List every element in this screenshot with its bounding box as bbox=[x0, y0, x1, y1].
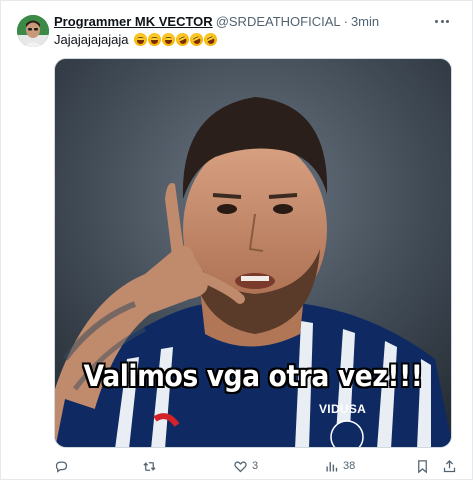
separator-dot: · bbox=[343, 14, 348, 29]
rolling-laughing-emoji-icon bbox=[202, 30, 220, 49]
tweet-actions: 3 38 bbox=[54, 457, 459, 475]
bookmark-icon bbox=[418, 459, 427, 473]
grinning-sweat-emoji-icon bbox=[148, 33, 162, 46]
views-bar-chart-icon bbox=[326, 461, 338, 471]
heart-icon bbox=[234, 460, 247, 472]
grinning-sweat-emoji-icon bbox=[134, 33, 148, 46]
share-icon bbox=[443, 459, 456, 472]
share-button[interactable] bbox=[442, 457, 457, 475]
tweet-header: Programmer MK VECTOR @SRDEATHOFICIAL · 3… bbox=[54, 14, 432, 32]
more-options-icon[interactable] bbox=[432, 13, 452, 29]
tweet-text: Jajajajajajaja bbox=[54, 30, 220, 49]
views-button[interactable]: 38 bbox=[324, 457, 355, 475]
views-count: 38 bbox=[343, 460, 356, 472]
reply-button[interactable] bbox=[54, 457, 73, 475]
emoji-group bbox=[134, 30, 220, 49]
avatar[interactable] bbox=[17, 15, 49, 47]
user-handle[interactable]: @SRDEATHOFICIAL bbox=[216, 14, 341, 29]
bookmark-button[interactable] bbox=[415, 457, 430, 475]
timestamp[interactable]: 3min bbox=[351, 14, 379, 29]
meme-caption: Valimos vga otra vez!!! bbox=[83, 359, 423, 393]
jersey-sponsor-text: VIDUSA bbox=[319, 402, 367, 416]
retweet-icon bbox=[143, 461, 156, 471]
display-name[interactable]: Programmer MK VECTOR bbox=[54, 14, 213, 29]
tweet-card[interactable]: Programmer MK VECTOR @SRDEATHOFICIAL · 3… bbox=[0, 0, 473, 480]
grinning-sweat-emoji-icon bbox=[162, 33, 176, 46]
like-count: 3 bbox=[252, 460, 259, 472]
retweet-button[interactable] bbox=[142, 457, 161, 475]
like-button[interactable]: 3 bbox=[233, 457, 258, 475]
tweet-media-image[interactable]: Valimos vga otra vez!!! VIDUSA bbox=[54, 58, 452, 448]
tweet-text-content: Jajajajajajaja bbox=[54, 32, 129, 47]
reply-icon bbox=[55, 461, 68, 473]
avatar-image bbox=[17, 15, 49, 47]
